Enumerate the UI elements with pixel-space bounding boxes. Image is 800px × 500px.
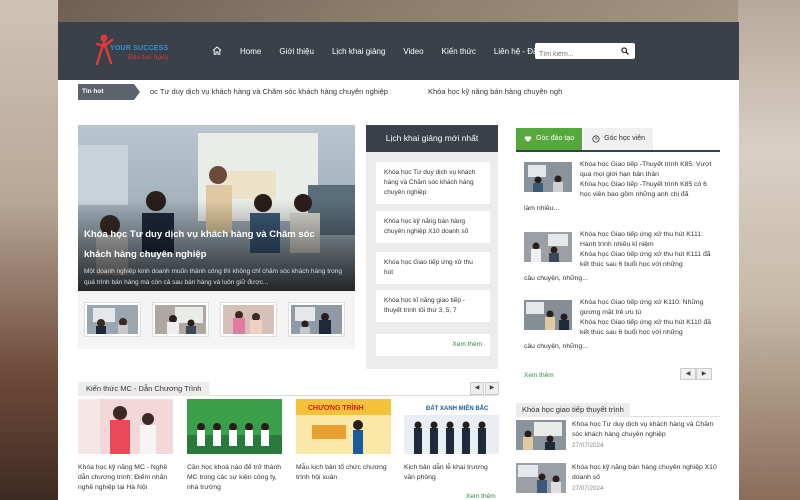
knowledge-caption: Kịch bản dẫn lễ khai trương văn phòng: [404, 464, 488, 481]
home-icon[interactable]: [212, 45, 222, 57]
banner-text: CHƯƠNG TRÌNH: [308, 403, 364, 412]
tab-label: Góc đào tạo: [536, 135, 575, 142]
knowledge-more-link[interactable]: Xem thêm: [466, 493, 496, 500]
tab-training[interactable]: Góc đào tạo: [516, 128, 583, 150]
post-excerpt: Khóa học Giao tiếp -Thuyết trình K85 có …: [580, 181, 707, 198]
website: YOUR SUCCESS Đào tạo ngay Home Giới thiệ…: [58, 22, 739, 500]
logo[interactable]: YOUR SUCCESS Đào tạo ngay: [94, 30, 174, 70]
knowledge-card[interactable]: ĐẤT XANH MIỀN BẮC Kịch bản dẫn lễ khai t…: [404, 399, 499, 483]
post-excerpt-tail: câu chuyện, những...: [524, 343, 588, 350]
training-panel: Góc đào tạo Góc học viên Khóa học Giao t…: [516, 128, 720, 383]
knowledge-card[interactable]: Khóa học kỹ năng MC - Nghề dẫn chương tr…: [78, 399, 173, 493]
knowledge-card[interactable]: CHƯƠNG TRÌNH Mẫu kịch bản tổ chức chương…: [296, 399, 391, 483]
thumbnail[interactable]: [288, 302, 345, 337]
tab-students[interactable]: Góc học viên: [584, 128, 653, 150]
post-title: Khóa học kỹ năng bán hàng chuyên nghiệp …: [572, 464, 717, 481]
post-title: Khóa học Tư duy dịch vụ khách hàng và Ch…: [572, 421, 714, 438]
post-image: [524, 300, 572, 330]
slide-image[interactable]: Khóa học Tư duy dịch vụ khách hàng và Ch…: [78, 125, 355, 291]
post-image: [78, 399, 173, 454]
post-image: [516, 420, 566, 450]
thumbnail[interactable]: [84, 302, 141, 337]
nav-knowledge[interactable]: Kiến thức: [442, 47, 476, 56]
post-title: Khóa học Giao tiếp ứng xử K110: Những gư…: [580, 299, 704, 316]
knowledge-caption: Cần học khoá nào để trở thành MC trong c…: [187, 464, 282, 491]
knowledge-title: Kiến thức MC - Dẫn Chương Trình: [78, 382, 210, 396]
schedule-item[interactable]: Khóa học kĩ năng giao tiếp - thuyết trìn…: [376, 290, 490, 322]
ticker-label: Tin hot: [78, 84, 140, 100]
post-image: [524, 162, 572, 192]
featured-slider: Khóa học Tư duy dịch vụ khách hàng và Ch…: [78, 125, 355, 349]
main-nav: Home Giới thiệu Lịch khai giảng Video Ki…: [212, 22, 575, 80]
post-image: [524, 232, 572, 262]
thumbnail[interactable]: [220, 302, 277, 337]
prev-arrow-icon[interactable]: ◀: [680, 368, 696, 380]
header: YOUR SUCCESS Đào tạo ngay Home Giới thiệ…: [58, 22, 739, 80]
post-image: CHƯƠNG TRÌNH: [296, 399, 391, 454]
logo-tagline: Đào tạo ngay: [128, 54, 169, 61]
knowledge-header: Kiến thức MC - Dẫn Chương Trình ◀ ▶: [78, 382, 499, 396]
ticker-item[interactable]: Khóa học kỹ năng bán hàng chuyên ngh: [428, 84, 562, 100]
background-left: [0, 0, 58, 500]
slider-thumbnails: [84, 302, 356, 337]
nav-about[interactable]: Giới thiệu: [279, 47, 314, 56]
schedule-item[interactable]: Khóa học Tư duy dịch vụ khách hàng và Ch…: [376, 162, 490, 204]
tab-label: Góc học viên: [604, 135, 645, 142]
post-image: [187, 399, 282, 454]
knowledge-caption: Mẫu kịch bản tổ chức chương trình hội xu…: [296, 464, 387, 481]
post-title: Khóa học Giao tiếp -Thuyết trình K85: Vư…: [580, 161, 712, 178]
clock-icon: [592, 135, 600, 143]
nav-video[interactable]: Video: [403, 47, 423, 56]
schedule-item[interactable]: Khóa học Giao tiếp ứng xử thu hút: [376, 252, 490, 284]
nav-home[interactable]: Home: [240, 47, 261, 56]
thumbnail[interactable]: [152, 302, 209, 337]
sign-text: ĐẤT XANH MIỀN BẮC: [426, 404, 489, 412]
nav-schedule[interactable]: Lịch khai giảng: [332, 47, 385, 56]
logo-brand: YOUR SUCCESS: [110, 45, 169, 52]
ticker-item[interactable]: oc Tư duy dịch vụ khách hàng và Chăm sóc…: [150, 84, 388, 100]
post-excerpt: Khóa học Giao tiếp ứng xử thu hút K111 đ…: [580, 251, 711, 268]
training-pager: ◀ ▶: [680, 368, 712, 380]
search-box: [535, 43, 635, 63]
schedule-item[interactable]: Khóa học kỹ năng bán hàng chuyên nghiệp …: [376, 211, 490, 243]
knowledge-card[interactable]: Cần học khoá nào để trở thành MC trong c…: [187, 399, 282, 493]
knowledge-caption: Khóa học kỹ năng MC - Nghề dẫn chương tr…: [78, 464, 168, 491]
heart-icon: [524, 136, 532, 142]
communication-header: Khóa học giao tiếp thuyết trình: [516, 403, 720, 417]
post-title: Khóa học Giao tiếp ứng xử thu hút K111: …: [580, 231, 703, 248]
news-ticker: Tin hot oc Tư duy dịch vụ khách hàng và …: [78, 84, 719, 100]
search-icon[interactable]: [621, 47, 629, 55]
post-date: 27/07/2024: [572, 485, 604, 492]
next-arrow-icon[interactable]: ▶: [485, 382, 499, 395]
post-image: [516, 463, 566, 493]
slide-title[interactable]: Khóa học Tư duy dịch vụ khách hàng và Ch…: [84, 225, 344, 265]
post-excerpt-tail: câu chuyện, những...: [524, 275, 588, 282]
schedule-title: Lịch khai giảng mới nhất: [366, 125, 498, 152]
training-tabs: Góc đào tạo Góc học viên: [516, 128, 720, 152]
schedule-panel: Lịch khai giảng mới nhất Khóa học Tư duy…: [366, 125, 498, 369]
background-right: [738, 0, 800, 500]
training-more-link[interactable]: Xem thêm: [524, 372, 554, 379]
post-image: ĐẤT XANH MIỀN BẮC: [404, 399, 499, 454]
communication-title: Khóa học giao tiếp thuyết trình: [516, 403, 630, 417]
schedule-more-link[interactable]: Xem thêm: [376, 334, 490, 356]
post-date: 27/07/2024: [572, 442, 604, 449]
slide-description: Một doanh nghiệp kinh doanh muốn thành c…: [84, 268, 343, 286]
search-input[interactable]: [535, 46, 615, 63]
prev-arrow-icon[interactable]: ◀: [470, 382, 484, 395]
next-arrow-icon[interactable]: ▶: [696, 368, 712, 380]
post-excerpt-tail: làm nhiều...: [524, 205, 560, 212]
post-excerpt: Khóa học Giao tiếp ứng xử thu hút K110 đ…: [580, 319, 712, 336]
